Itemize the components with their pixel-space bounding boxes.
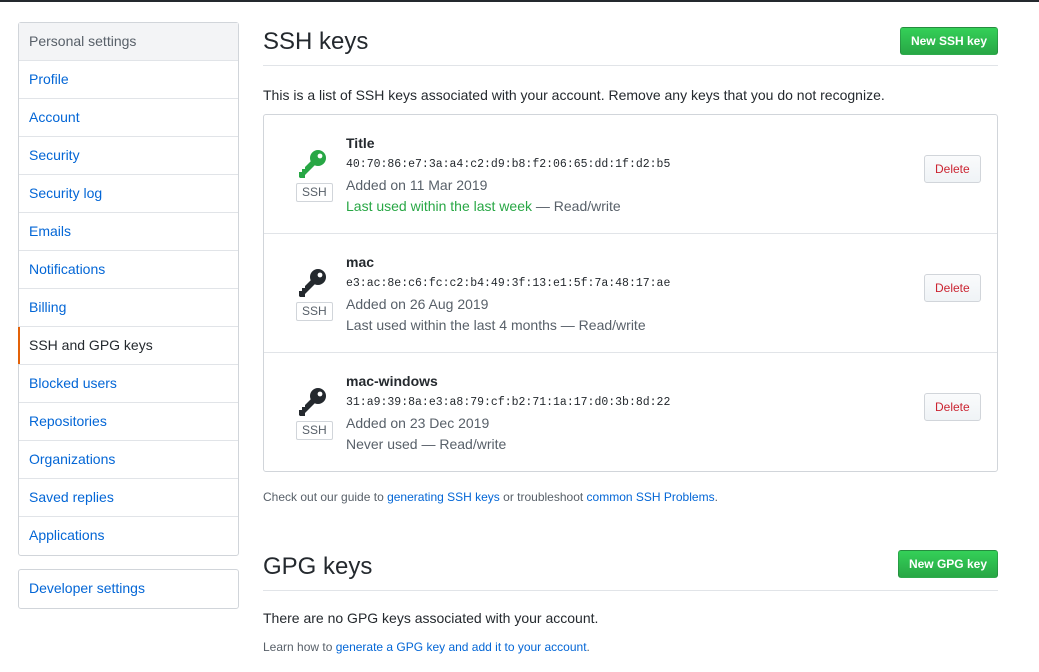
generating-ssh-keys-link[interactable]: generating SSH keys [387,490,500,504]
sidebar-item-emails[interactable]: Emails [19,213,238,251]
learn-prefix: Learn how to [263,640,336,654]
guide-middle: or troubleshoot [499,490,587,504]
sidebar-item-billing[interactable]: Billing [19,289,238,327]
ssh-badge: SSH [296,183,333,202]
sidebar-item-blocked-users[interactable]: Blocked users [19,365,238,403]
sidebar-item-account[interactable]: Account [19,99,238,137]
ssh-keys-header: SSH keys New SSH key [263,27,998,66]
guide-suffix: . [714,490,718,504]
key-shape [299,269,326,297]
ssh-key-row: SSH mac e3:ac:8e:c6:fc:c2:b4:49:3f:13:e1… [264,234,997,353]
key-access: — Read/write [417,436,507,452]
key-icon [299,269,326,297]
sidebar-item-profile[interactable]: Profile [19,61,238,99]
delete-key-button[interactable]: Delete [924,274,981,302]
learn-suffix: . [586,640,590,654]
generate-gpg-key-link[interactable]: generate a GPG key and add it to your ac… [336,640,587,654]
key-added-date: Added on 11 Mar 2019 [346,177,488,193]
delete-key-button[interactable]: Delete [924,155,981,183]
key-title: Title [346,135,375,151]
key-access: — Read/write [532,198,621,214]
ssh-keys-list: SSH Title 40:70:86:e7:3a:a4:c2:d9:b8:f2:… [263,114,998,472]
key-icon [299,150,326,178]
key-usage: Last used within the last 4 months — Rea… [346,317,646,333]
ssh-badge: SSH [296,302,333,321]
key-title: mac-windows [346,373,438,389]
key-shape [299,388,326,416]
ssh-badge: SSH [296,421,333,440]
gpg-empty-text: There are no GPG keys associated with yo… [263,610,599,626]
key-added-date: Added on 26 Aug 2019 [346,296,489,312]
key-last-used: Last used within the last week [346,198,532,214]
gpg-keys-header: GPG keys New GPG key [263,550,998,591]
sidebar-item-organizations[interactable]: Organizations [19,441,238,479]
sidebar-heading: Personal settings [19,23,238,61]
key-last-used: Never used [346,436,418,452]
new-ssh-key-button[interactable]: New SSH key [899,27,998,55]
sidebar-item-security[interactable]: Security [19,137,238,175]
sidebar-item-ssh-gpg-keys[interactable]: SSH and GPG keys [18,327,238,365]
key-access: — Read/write [556,317,646,333]
sidebar-item-applications[interactable]: Applications [19,517,238,555]
new-gpg-key-button[interactable]: New GPG key [897,550,998,578]
settings-sidebar: Personal settings Profile Account Securi… [18,22,239,556]
key-usage: Never used — Read/write [346,436,506,452]
sidebar-item-saved-replies[interactable]: Saved replies [19,479,238,517]
key-fingerprint: 40:70:86:e7:3a:a4:c2:d9:b8:f2:06:65:dd:1… [346,158,671,171]
sidebar-item-security-log[interactable]: Security log [19,175,238,213]
ssh-key-row: SSH mac-windows 31:a9:39:8a:e3:a8:79:cf:… [264,353,997,472]
key-usage: Last used within the last week — Read/wr… [346,198,621,214]
sidebar-item-repositories[interactable]: Repositories [19,403,238,441]
ssh-key-row: SSH Title 40:70:86:e7:3a:a4:c2:d9:b8:f2:… [264,115,997,234]
guide-prefix: Check out our guide to [263,490,388,504]
sidebar-item-developer-settings[interactable]: Developer settings [19,570,238,608]
ssh-guide-note: Check out our guide to generating SSH ke… [263,490,718,504]
key-icon [299,388,326,416]
key-added-date: Added on 23 Dec 2019 [346,415,490,431]
key-shape [299,150,326,178]
delete-key-button[interactable]: Delete [924,393,981,421]
developer-settings-menu: Developer settings [18,569,239,609]
top-border [0,0,1039,2]
gpg-learn-note: Learn how to generate a GPG key and add … [263,640,590,654]
sidebar-item-notifications[interactable]: Notifications [19,251,238,289]
key-last-used: Last used within the last 4 months [346,317,557,333]
ssh-keys-description: This is a list of SSH keys associated wi… [263,87,885,103]
gpg-keys-title: GPG keys [263,553,373,580]
key-title: mac [346,254,375,270]
ssh-keys-title: SSH keys [263,28,369,55]
key-fingerprint: e3:ac:8e:c6:fc:c2:b4:49:3f:13:e1:5f:7a:4… [346,277,671,290]
key-fingerprint: 31:a9:39:8a:e3:a8:79:cf:b2:71:1a:17:d0:3… [346,396,671,409]
common-ssh-problems-link[interactable]: common SSH Problems [587,490,715,504]
